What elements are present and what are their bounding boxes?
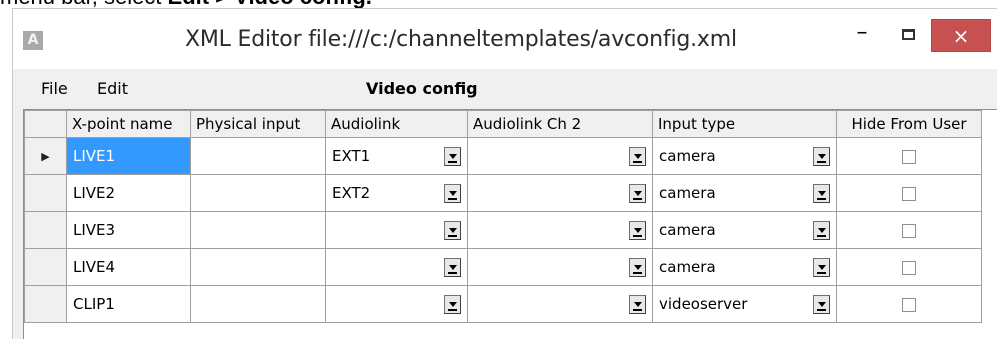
audiolink-ch2-combo[interactable] [467, 137, 653, 175]
table-row: CLIP1 videoserver [24, 285, 982, 323]
maximize-button[interactable] [886, 21, 932, 53]
table-row: LIVE3 camera [24, 211, 982, 249]
hide-from-user-cell [836, 137, 982, 175]
dropdown-arrow-icon[interactable] [444, 258, 461, 277]
xpoint-name-cell[interactable]: LIVE3 [66, 211, 191, 249]
hide-from-user-checkbox[interactable] [902, 186, 916, 201]
physical-input-cell[interactable] [190, 285, 326, 323]
audiolink-value: EXT2 [332, 184, 371, 202]
dropdown-arrow-icon[interactable] [629, 295, 646, 314]
title-bar[interactable]: A XML Editor file:///c:/channeltemplates… [13, 9, 997, 69]
input-type-combo[interactable]: videoserver [652, 285, 837, 323]
input-type-value: camera [659, 147, 716, 165]
window-title: XML Editor file:///c:/channeltemplates/a… [185, 27, 737, 52]
input-type-value: camera [659, 184, 716, 202]
audiolink-ch2-combo[interactable] [467, 211, 653, 249]
xpoint-name-cell[interactable]: CLIP1 [66, 285, 191, 323]
hide-from-user-cell [836, 211, 982, 249]
input-type-combo[interactable]: camera [652, 174, 837, 212]
audiolink-ch2-combo[interactable] [467, 285, 653, 323]
dropdown-arrow-icon[interactable] [444, 221, 461, 240]
column-header-input-type[interactable]: Input type [652, 110, 837, 138]
physical-input-cell[interactable] [190, 248, 326, 286]
column-header-audiolink-ch2[interactable]: Audiolink Ch 2 [467, 110, 653, 138]
input-type-value: camera [659, 258, 716, 276]
close-button[interactable]: × [931, 19, 991, 52]
input-type-combo[interactable]: camera [652, 137, 837, 175]
table-row: LIVE2 EXT2 camera [24, 174, 982, 212]
row-header[interactable] [24, 211, 67, 249]
row-header[interactable] [24, 174, 67, 212]
video-config-grid: X-point name Physical input Audiolink Au… [23, 109, 997, 339]
dropdown-arrow-icon[interactable] [629, 258, 646, 277]
column-header-physical-input[interactable]: Physical input [190, 110, 326, 138]
physical-input-cell[interactable] [190, 174, 326, 212]
audiolink-combo[interactable]: EXT2 [325, 174, 468, 212]
xml-editor-window: A XML Editor file:///c:/channeltemplates… [12, 8, 997, 339]
physical-input-cell[interactable] [190, 211, 326, 249]
audiolink-combo[interactable] [325, 211, 468, 249]
row-header[interactable] [24, 285, 67, 323]
xpoint-name-cell[interactable]: LIVE2 [66, 174, 191, 212]
caption-bold: Edit > Video config. [168, 0, 372, 8]
dropdown-arrow-icon[interactable] [813, 184, 830, 203]
menu-file[interactable]: File [41, 79, 68, 98]
dropdown-arrow-icon[interactable] [444, 184, 461, 203]
dropdown-arrow-icon[interactable] [444, 295, 461, 314]
hide-from-user-cell [836, 248, 982, 286]
column-header-hide-from-user[interactable]: Hide From User [836, 110, 982, 138]
corner-header[interactable] [24, 110, 67, 138]
input-type-value: camera [659, 221, 716, 239]
current-row-marker-icon: ▶ [41, 149, 50, 163]
hide-from-user-checkbox[interactable] [902, 223, 916, 238]
dropdown-arrow-icon[interactable] [813, 221, 830, 240]
dropdown-arrow-icon[interactable] [813, 258, 830, 277]
xpoint-name-cell[interactable]: LIVE4 [66, 248, 191, 286]
xpoint-name-cell[interactable]: LIVE1 [66, 137, 191, 175]
audiolink-value: EXT1 [332, 147, 371, 165]
section-title: Video config [366, 79, 478, 98]
column-header-audiolink[interactable]: Audiolink [325, 110, 468, 138]
dropdown-arrow-icon[interactable] [629, 147, 646, 166]
column-header-xpoint-name[interactable]: X-point name [66, 110, 191, 138]
minimize-button[interactable]: – [839, 21, 885, 53]
audiolink-combo[interactable] [325, 248, 468, 286]
menu-bar: File Edit Video config [13, 69, 997, 109]
audiolink-ch2-combo[interactable] [467, 174, 653, 212]
dropdown-arrow-icon[interactable] [629, 184, 646, 203]
instruction-caption: menu bar, select Edit > Video config. [0, 0, 997, 8]
audiolink-combo[interactable] [325, 285, 468, 323]
hide-from-user-checkbox[interactable] [902, 297, 916, 312]
input-type-value: videoserver [659, 295, 748, 313]
hide-from-user-checkbox[interactable] [902, 260, 916, 275]
app-icon[interactable]: A [23, 31, 43, 50]
hide-from-user-cell [836, 285, 982, 323]
hide-from-user-checkbox[interactable] [902, 149, 916, 164]
audiolink-combo[interactable]: EXT1 [325, 137, 468, 175]
table-row: ▶ LIVE1 EXT1 camera [24, 137, 982, 175]
physical-input-cell[interactable] [190, 137, 326, 175]
maximize-icon [902, 29, 915, 40]
audiolink-ch2-combo[interactable] [467, 248, 653, 286]
dropdown-arrow-icon[interactable] [813, 295, 830, 314]
dropdown-arrow-icon[interactable] [813, 147, 830, 166]
caption-prefix: menu bar, select [0, 0, 168, 8]
input-type-combo[interactable]: camera [652, 248, 837, 286]
dropdown-arrow-icon[interactable] [629, 221, 646, 240]
hide-from-user-cell [836, 174, 982, 212]
row-header[interactable] [24, 248, 67, 286]
input-type-combo[interactable]: camera [652, 211, 837, 249]
row-header[interactable]: ▶ [24, 137, 67, 175]
table-row: LIVE4 camera [24, 248, 982, 286]
menu-edit[interactable]: Edit [97, 79, 128, 98]
dropdown-arrow-icon[interactable] [444, 147, 461, 166]
